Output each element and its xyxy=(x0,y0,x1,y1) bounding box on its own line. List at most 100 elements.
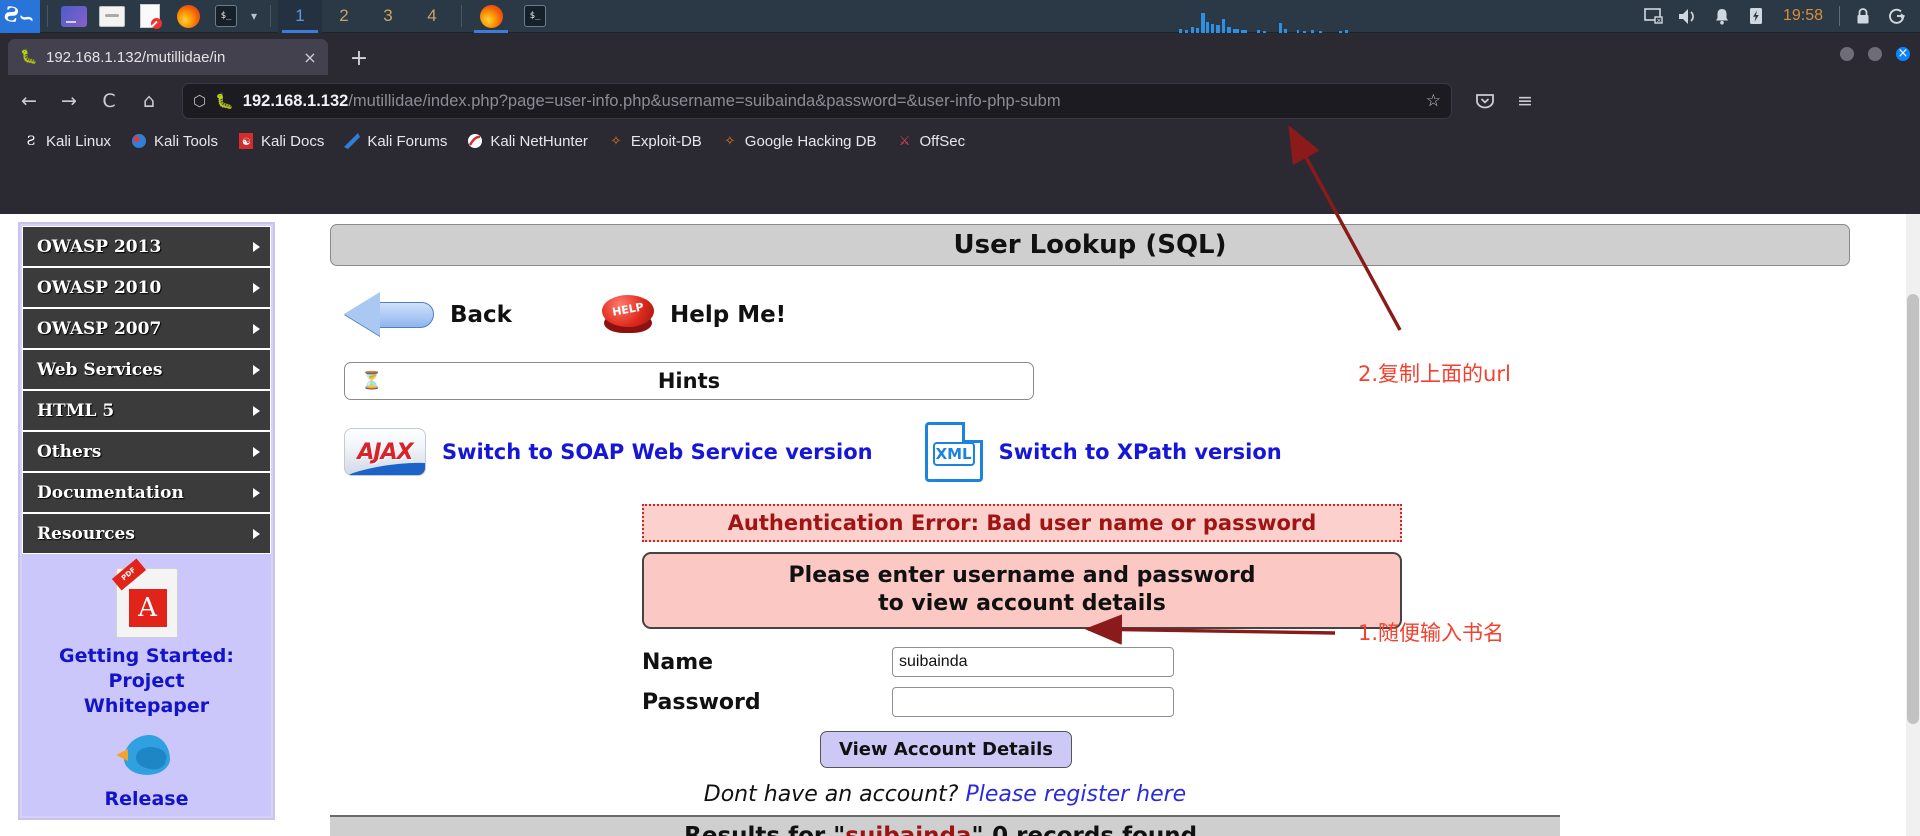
bookmark-kali-linux[interactable]: S Kali Linux xyxy=(14,129,119,153)
bookmark-label: Google Hacking DB xyxy=(744,132,877,150)
reload-button[interactable]: C xyxy=(92,84,126,118)
sidebar-item-owasp-2007[interactable]: OWASP 2007 xyxy=(22,308,271,349)
hints-arrow-down-icon: ⏳ xyxy=(361,371,383,391)
lock-icon[interactable] xyxy=(1846,0,1880,33)
register-link[interactable]: Please register here xyxy=(965,782,1186,807)
sidebar-item-others[interactable]: Others xyxy=(22,431,271,472)
hints-label: Hints xyxy=(657,369,721,393)
offsec-icon: ⚔ xyxy=(898,133,911,149)
action-row: Back HELP Help Me! xyxy=(330,284,1850,346)
bookmark-kali-docs[interactable]: ☯ Kali Docs xyxy=(229,129,332,153)
switch-to-xpath-link[interactable]: Switch to XPath version xyxy=(999,440,1282,464)
hints-toggle[interactable]: ⏳ Hints xyxy=(344,362,1034,400)
files-icon[interactable] xyxy=(59,4,89,28)
switch-to-soap-link[interactable]: Switch to SOAP Web Service version xyxy=(442,440,873,464)
switch-version-row: AJAX Switch to SOAP Web Service version … xyxy=(344,422,1850,482)
desktop-taskbar: ~S $_ ▾ 1 2 3 4 $_ ✕ 19:58 xyxy=(0,0,1920,33)
firefox-icon[interactable] xyxy=(173,4,203,28)
kali-dragon-icon: S xyxy=(26,133,36,149)
bird-icon xyxy=(114,727,180,785)
password-input[interactable] xyxy=(892,687,1174,718)
bell-icon[interactable] xyxy=(1705,0,1739,33)
help-me-label[interactable]: Help Me! xyxy=(670,302,786,328)
workspace-2[interactable]: 2 xyxy=(322,0,366,33)
bookmark-kali-tools[interactable]: Kali Tools xyxy=(122,129,226,153)
browser-tab-active[interactable]: 🐛 192.168.1.132/mutillidae/in × xyxy=(8,39,328,75)
bookmark-label: Exploit-DB xyxy=(630,132,702,150)
bookmark-google-hacking-db[interactable]: ✧ Google Hacking DB xyxy=(713,129,885,153)
svg-text:☯: ☯ xyxy=(242,137,251,148)
page-scrollbar[interactable] xyxy=(1906,214,1920,836)
workspace-4[interactable]: 4 xyxy=(410,0,454,33)
divider xyxy=(1839,6,1840,26)
sidebar-item-web-services[interactable]: Web Services xyxy=(22,349,271,390)
sidebar-item-label: OWASP 2007 xyxy=(37,318,162,339)
sidebar-item-documentation[interactable]: Documentation xyxy=(22,472,271,513)
page-viewport: OWASP 2013 OWASP 2010 OWASP 2007 Web Ser… xyxy=(0,214,1920,836)
bookmark-label: Kali Forums xyxy=(367,132,448,150)
page-title: User Lookup (SQL) xyxy=(953,230,1227,260)
password-label: Password xyxy=(642,689,761,715)
address-bar[interactable]: ⬡ 🐛 192.168.1.132/mutillidae/index.php?p… xyxy=(182,83,1452,119)
authentication-error-banner: Authentication Error: Bad user name or p… xyxy=(642,504,1402,542)
bookmarks-toolbar: S Kali Linux Kali Tools ☯ Kali Docs Kali… xyxy=(0,125,1920,157)
bookmark-star-icon[interactable]: ☆ xyxy=(1426,91,1441,111)
register-prompt: Dont have an account? Please register he… xyxy=(330,782,1560,807)
view-account-details-button[interactable]: View Account Details xyxy=(820,731,1072,769)
bookmark-label: Kali Docs xyxy=(260,132,325,150)
document-icon[interactable] xyxy=(135,4,165,29)
divider xyxy=(461,5,463,27)
clock[interactable]: 19:58 xyxy=(1773,7,1833,25)
system-tray: ✕ 19:58 xyxy=(1637,0,1920,33)
bookmark-exploit-db[interactable]: ✧ Exploit-DB xyxy=(599,129,710,153)
terminal-icon[interactable]: $_ xyxy=(211,4,241,28)
battery-icon[interactable] xyxy=(1739,0,1773,33)
workspace-1[interactable]: 1 xyxy=(278,0,323,33)
scrollbar-thumb[interactable] xyxy=(1907,294,1919,724)
name-label: Name xyxy=(642,649,714,675)
maximize-button[interactable] xyxy=(1868,47,1882,61)
sidebar-item-resources[interactable]: Resources xyxy=(22,513,271,554)
prompt-line-2: to view account details xyxy=(878,590,1166,616)
annotation-url-note: 2.复制上面的url xyxy=(1358,362,1511,386)
filemanager-icon[interactable] xyxy=(97,4,127,28)
sidebar-promo-whitepaper[interactable]: PDF Getting Started: Project Whitepaper … xyxy=(22,554,271,817)
back-button[interactable]: ← xyxy=(12,84,46,118)
menu-button[interactable]: ≡ xyxy=(1508,84,1542,118)
sidebar-item-owasp-2013[interactable]: OWASP 2013 xyxy=(22,226,271,267)
back-arrow-icon[interactable] xyxy=(344,284,440,346)
kali-forums-icon xyxy=(343,132,361,150)
logout-icon[interactable] xyxy=(1880,0,1914,33)
ajax-logo-icon: AJAX xyxy=(344,428,426,476)
pocket-button[interactable] xyxy=(1468,84,1502,118)
name-input[interactable] xyxy=(892,647,1174,678)
close-icon[interactable]: × xyxy=(300,48,320,67)
bookmark-kali-nethunter[interactable]: Kali NetHunter xyxy=(458,129,596,153)
forward-button[interactable]: → xyxy=(52,84,86,118)
chevron-right-icon xyxy=(253,364,260,375)
minimize-button[interactable] xyxy=(1840,47,1854,61)
help-button-icon[interactable]: HELP xyxy=(600,289,656,341)
home-button[interactable]: ⌂ xyxy=(132,84,166,118)
taskbar-firefox-window[interactable] xyxy=(469,0,513,33)
bookmark-kali-forums[interactable]: Kali Forums xyxy=(335,129,455,153)
back-link-label[interactable]: Back xyxy=(450,302,512,328)
new-tab-button[interactable]: + xyxy=(344,46,374,71)
sidebar-item-html-5[interactable]: HTML 5 xyxy=(22,390,271,431)
taskbar-spacer xyxy=(557,0,1637,33)
close-window-button[interactable] xyxy=(1896,47,1910,61)
volume-icon[interactable] xyxy=(1671,0,1705,33)
taskbar-terminal-window[interactable]: $_ xyxy=(513,0,557,33)
site-navigation-sidebar: OWASP 2013 OWASP 2010 OWASP 2007 Web Ser… xyxy=(18,222,275,821)
chevron-down-icon[interactable]: ▾ xyxy=(251,9,257,23)
sidebar-item-owasp-2010[interactable]: OWASP 2010 xyxy=(22,267,271,308)
shield-icon[interactable]: ⬡ xyxy=(193,92,206,110)
kali-menu-button[interactable]: ~S xyxy=(0,0,40,33)
display-icon[interactable]: ✕ xyxy=(1637,0,1671,33)
workspace-3[interactable]: 3 xyxy=(366,0,410,33)
bug-icon: 🐛 xyxy=(20,49,38,65)
bookmark-label: Kali Linux xyxy=(46,132,112,150)
bookmark-offsec[interactable]: ⚔ OffSec xyxy=(888,129,974,153)
chevron-right-icon xyxy=(253,241,260,252)
kali-docs-icon: ☯ xyxy=(237,132,255,150)
